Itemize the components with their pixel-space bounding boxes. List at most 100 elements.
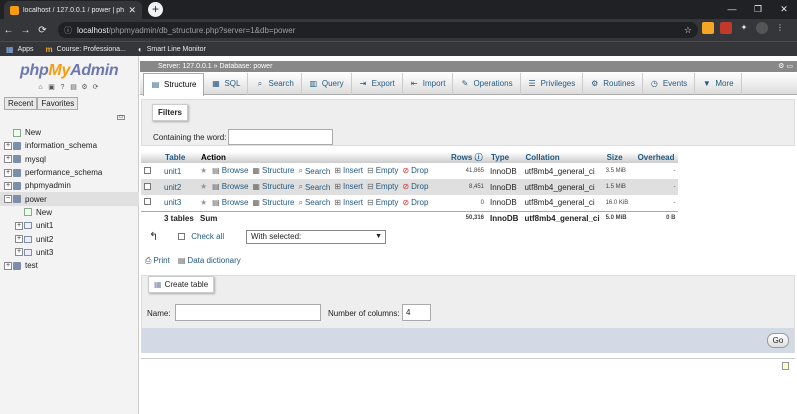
rows-column-header[interactable]: Rows ⓘ: [447, 152, 487, 163]
back-button[interactable]: ←: [0, 25, 17, 36]
table-column-header[interactable]: Table: [161, 152, 197, 163]
expand-icon[interactable]: +: [4, 168, 12, 177]
expand-icon[interactable]: +: [4, 141, 12, 150]
extension-pdf-icon[interactable]: [720, 22, 732, 34]
help-icon[interactable]: ?: [58, 83, 67, 92]
expand-icon[interactable]: +: [4, 261, 12, 270]
tree-node-mysql[interactable]: + mysql: [0, 153, 139, 166]
go-button[interactable]: Go: [767, 333, 789, 348]
tree-node-label[interactable]: unit2: [36, 235, 53, 244]
expand-icon[interactable]: −: [4, 195, 12, 204]
data-dictionary-link[interactable]: ▤ Data dictionary: [178, 256, 241, 266]
browse-action[interactable]: ▤ Browse: [212, 198, 248, 207]
structure-action[interactable]: ▦ Structure: [252, 182, 294, 191]
insert-action[interactable]: ⊞ Insert: [334, 198, 363, 207]
size-cell[interactable]: 3.5 MiB: [602, 163, 634, 179]
phpmyadmin-logo[interactable]: phpMyAdmin: [20, 62, 119, 80]
collapse-all-icon[interactable]: ▭: [117, 115, 125, 120]
tab-events[interactable]: ◷ Events: [643, 72, 696, 95]
search-action[interactable]: ⌕ Search: [298, 198, 330, 208]
type-column-header[interactable]: Type: [487, 152, 522, 163]
browser-menu-icon[interactable]: ⋮: [774, 22, 786, 34]
settings-icon[interactable]: ⚙: [80, 83, 89, 92]
tree-node-new[interactable]: New: [0, 126, 139, 139]
browse-action[interactable]: ▤ Browse: [212, 166, 248, 175]
breadcrumb-text[interactable]: Server: 127.0.0.1 » Database: power: [158, 63, 272, 70]
favorites-tab[interactable]: Favorites: [37, 97, 79, 110]
tree-node-label[interactable]: unit1: [36, 221, 53, 230]
tab-search[interactable]: ⌕ Search: [248, 72, 302, 95]
tree-node-label[interactable]: performance_schema: [25, 168, 102, 177]
recent-tab[interactable]: Recent: [4, 97, 38, 110]
address-bar[interactable]: ⓘ localhost/phpmyadmin/db_structure.php?…: [58, 22, 698, 38]
tree-node-test[interactable]: + test: [0, 259, 139, 272]
search-action[interactable]: ⌕ Search: [298, 166, 330, 176]
tree-node-new[interactable]: New: [0, 206, 139, 219]
reload-button[interactable]: ⟳: [34, 25, 51, 36]
help-icon[interactable]: ⓘ: [475, 153, 483, 162]
with-selected-dropdown[interactable]: With selected: ▼: [246, 230, 386, 244]
collapse-icon[interactable]: ▭: [786, 63, 793, 70]
tree-node-unit2[interactable]: + unit2: [0, 232, 139, 245]
favorite-star-icon[interactable]: ★: [200, 198, 207, 207]
new-tab-button[interactable]: +: [148, 2, 163, 17]
tab-routines[interactable]: ⚙ Routines: [583, 72, 643, 95]
profile-avatar[interactable]: [756, 22, 768, 34]
extensions-puzzle-icon[interactable]: ✦: [738, 22, 750, 34]
table-name-link[interactable]: unit3: [164, 198, 181, 207]
table-name-link[interactable]: unit1: [164, 167, 181, 176]
extension-tag-icon[interactable]: [702, 22, 714, 34]
tree-node-label[interactable]: New: [25, 128, 41, 137]
check-all-checkbox[interactable]: [178, 233, 186, 240]
bookmark-apps[interactable]: ▦ Apps: [6, 45, 34, 54]
size-column-header[interactable]: Size: [602, 152, 634, 163]
check-all-label[interactable]: Check all: [191, 232, 224, 241]
tab-structure[interactable]: ▤ Structure: [143, 72, 205, 96]
tab-query[interactable]: ▥ Query: [302, 72, 352, 95]
tree-node-phpmyadmin[interactable]: + phpmyadmin: [0, 179, 139, 192]
docs-icon[interactable]: ▤: [69, 83, 78, 92]
restore-button[interactable]: ❐: [745, 0, 771, 19]
close-window-button[interactable]: ✕: [771, 0, 797, 19]
tree-node-label[interactable]: phpmyadmin: [25, 181, 71, 190]
browser-tab[interactable]: localhost / 127.0.0.1 / power | php ✕: [4, 1, 142, 19]
tab-privileges[interactable]: ☰ Privileges: [521, 72, 584, 95]
tree-node-label[interactable]: New: [36, 208, 52, 217]
row-checkbox[interactable]: [144, 198, 151, 206]
tree-node-performance-schema[interactable]: + performance_schema: [0, 166, 139, 179]
tree-node-label[interactable]: test: [25, 261, 38, 270]
logout-icon[interactable]: ▣: [47, 83, 56, 92]
favorite-star-icon[interactable]: ★: [200, 166, 207, 175]
empty-action[interactable]: ⊟ Empty: [367, 182, 398, 191]
overhead-column-header[interactable]: Overhead: [633, 152, 679, 163]
collation-column-header[interactable]: Collation: [521, 152, 603, 163]
bookmark-smart-line-monitor[interactable]: ◐ Smart Line Monitor: [138, 45, 206, 54]
structure-action[interactable]: ▦ Structure: [252, 198, 294, 207]
drop-action[interactable]: ⊘ Drop: [402, 166, 428, 175]
expand-icon[interactable]: +: [4, 155, 12, 164]
tree-node-information-schema[interactable]: + information_schema: [0, 139, 139, 152]
size-cell[interactable]: 16.0 KiB: [602, 195, 634, 211]
home-icon[interactable]: ⌂: [36, 83, 45, 92]
bookmark-course[interactable]: m Course: Professiona...: [46, 45, 126, 54]
tree-node-label[interactable]: unit3: [36, 248, 53, 257]
insert-action[interactable]: ⊞ Insert: [334, 166, 363, 175]
tree-node-unit1[interactable]: + unit1: [0, 219, 139, 232]
table-name-input[interactable]: [175, 304, 321, 321]
print-link[interactable]: ⎙ Print: [145, 256, 170, 266]
settings-icon[interactable]: ⚙: [778, 63, 784, 70]
table-name-link[interactable]: unit2: [164, 183, 181, 192]
tab-more[interactable]: ▼ More: [695, 72, 742, 95]
size-cell[interactable]: 1.5 MiB: [602, 179, 634, 195]
structure-action[interactable]: ▦ Structure: [252, 166, 294, 175]
bookmark-star-icon[interactable]: ☆: [684, 25, 692, 36]
tree-node-label[interactable]: power: [25, 195, 47, 204]
minimize-button[interactable]: —: [719, 0, 745, 19]
insert-action[interactable]: ⊞ Insert: [334, 182, 363, 191]
drop-action[interactable]: ⊘ Drop: [402, 198, 428, 207]
num-columns-input[interactable]: 4: [402, 304, 431, 321]
tree-node-unit3[interactable]: + unit3: [0, 246, 139, 259]
tab-export[interactable]: ⇥ Export: [352, 72, 403, 95]
console-toggle-icon[interactable]: [782, 362, 789, 370]
close-tab-icon[interactable]: ✕: [128, 5, 136, 16]
